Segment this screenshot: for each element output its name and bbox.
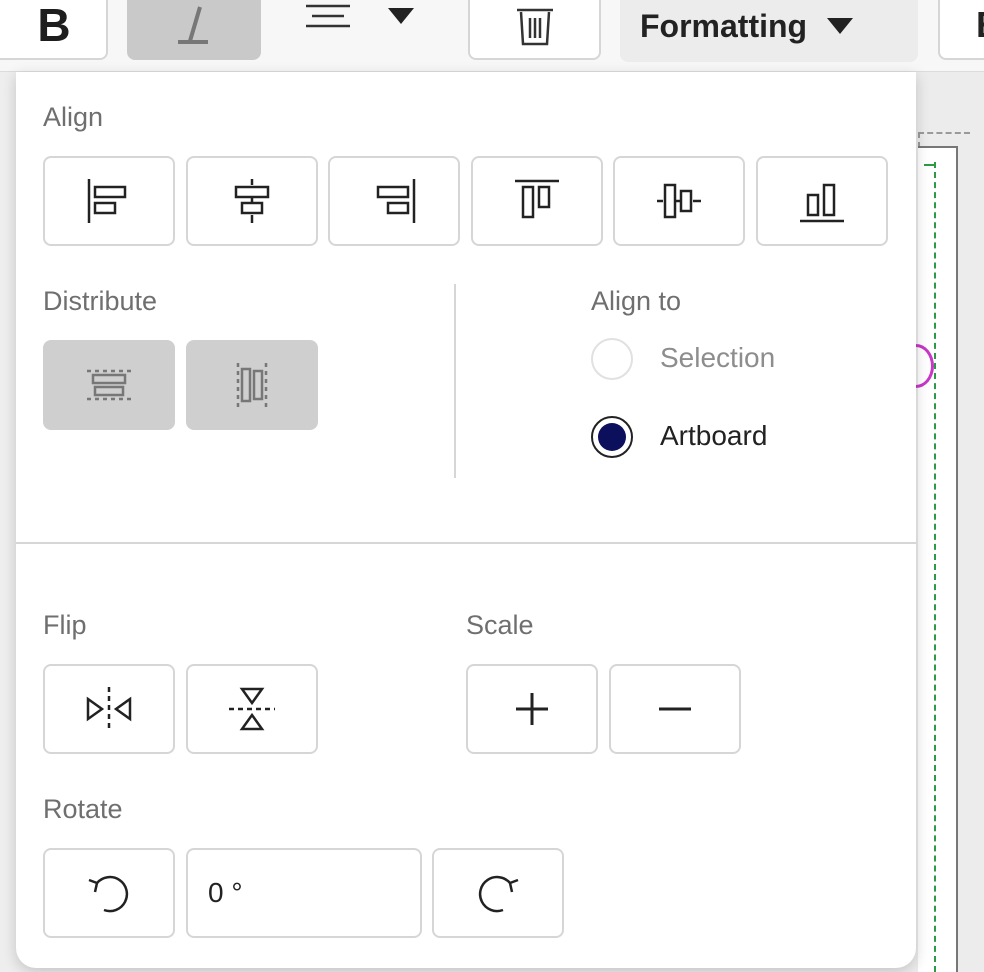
- flip-vertical-icon: [229, 687, 275, 731]
- radio-selection-label: Selection: [660, 342, 776, 373]
- minus-icon: [659, 707, 691, 711]
- align-right-icon: [376, 179, 416, 223]
- formatting-label: Formatting: [640, 7, 808, 44]
- align-top-button[interactable]: [471, 156, 603, 246]
- rotate-left-button[interactable]: [43, 848, 175, 938]
- distribute-vertical-icon: [87, 369, 131, 401]
- rotate-right-icon: [478, 875, 519, 913]
- distribute-horizontal-icon: [236, 363, 268, 407]
- scale-down-button[interactable]: [609, 664, 741, 754]
- align-center-button[interactable]: [186, 156, 318, 246]
- top-toolbar: B Formatting E: [0, 0, 984, 72]
- rotation-degrees-input[interactable]: 0 °: [186, 848, 422, 938]
- flip-vertical-button[interactable]: [186, 664, 318, 754]
- plus-icon: [516, 693, 548, 725]
- safe-area-guide: [934, 162, 936, 972]
- rotation-degrees-value: 0 °: [208, 877, 243, 908]
- flip-label: Flip: [43, 610, 87, 640]
- chevron-down-icon: [827, 18, 854, 34]
- delete-button[interactable]: [468, 0, 601, 60]
- italic-icon: [178, 6, 208, 44]
- bold-label: B: [37, 0, 71, 51]
- rotate-label: Rotate: [43, 794, 123, 824]
- section-divider-horizontal: [16, 542, 916, 544]
- overflow-button[interactable]: E: [938, 0, 984, 60]
- align-to-label: Align to: [591, 286, 682, 316]
- italic-button[interactable]: [127, 0, 261, 60]
- flip-horizontal-icon: [86, 687, 132, 731]
- distribute-label: Distribute: [43, 286, 158, 316]
- align-bottom-icon: [800, 183, 844, 223]
- text-align-dropdown[interactable]: [300, 0, 430, 40]
- align-top-icon: [515, 179, 559, 219]
- scale-label: Scale: [466, 610, 534, 640]
- artboard[interactable]: [918, 146, 958, 972]
- distribute-horizontal-button[interactable]: [186, 340, 318, 430]
- align-left-icon: [87, 179, 127, 223]
- align-middle-vertical-icon: [657, 183, 701, 219]
- rotate-right-button[interactable]: [432, 848, 564, 938]
- distribute-vertical-button[interactable]: [43, 340, 175, 430]
- formatting-dropdown[interactable]: Formatting: [620, 0, 918, 62]
- overflow-label: E: [976, 4, 984, 46]
- align-center-horizontal-icon: [234, 179, 270, 223]
- align-text-icon: [306, 4, 350, 28]
- section-divider-vertical: [454, 284, 456, 478]
- chevron-down-icon: [388, 8, 414, 24]
- align-right-button[interactable]: [328, 156, 460, 246]
- align-middle-button[interactable]: [613, 156, 745, 246]
- bold-button[interactable]: B: [0, 0, 108, 60]
- trash-icon: [516, 8, 553, 46]
- radio-artboard-label: Artboard: [660, 420, 768, 451]
- align-bottom-button[interactable]: [756, 156, 888, 246]
- arrange-panel: Align Distribute Align to Selection Artb…: [16, 72, 916, 968]
- rotate-left-icon: [88, 875, 129, 913]
- radio-artboard[interactable]: [591, 416, 633, 458]
- align-label: Align: [43, 102, 104, 132]
- align-left-button[interactable]: [43, 156, 175, 246]
- scale-up-button[interactable]: [466, 664, 598, 754]
- flip-horizontal-button[interactable]: [43, 664, 175, 754]
- radio-selection[interactable]: [591, 338, 633, 380]
